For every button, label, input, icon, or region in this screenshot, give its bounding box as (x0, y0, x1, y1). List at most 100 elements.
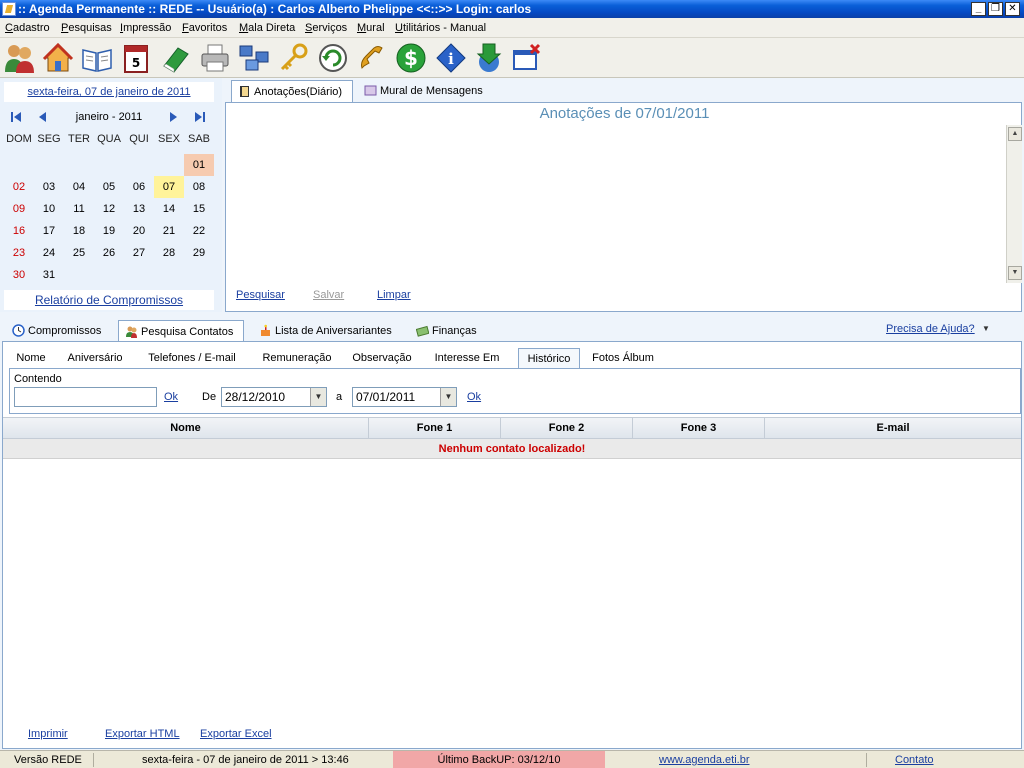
close-window-icon[interactable] (511, 42, 543, 74)
calendar-day[interactable]: 27 (124, 242, 154, 264)
search-notes-link[interactable]: Pesquisar (236, 289, 285, 301)
phone-icon[interactable] (356, 42, 388, 74)
calendar-icon[interactable]: 5 (120, 42, 152, 74)
calendar-day[interactable]: 28 (154, 242, 184, 264)
close-button[interactable]: ✕ (1005, 2, 1020, 16)
ok-date-link[interactable]: Ok (467, 391, 481, 403)
print-link[interactable]: Imprimir (28, 728, 68, 740)
calendar-day[interactable]: 14 (154, 198, 184, 220)
calendar-day[interactable]: 13 (124, 198, 154, 220)
calendar-day[interactable]: 16 (4, 220, 34, 242)
dollar-icon[interactable]: $ (395, 42, 427, 74)
calendar-day[interactable]: 24 (34, 242, 64, 264)
menu-mala-direta[interactable]: Mala Direta (239, 21, 295, 35)
address-book-icon[interactable] (81, 42, 113, 74)
calendar-day[interactable]: 31 (34, 264, 64, 286)
menu-mural[interactable]: Mural (357, 21, 385, 35)
calendar-day[interactable]: 12 (94, 198, 124, 220)
prev-month-icon[interactable] (37, 111, 49, 123)
date-to-select[interactable]: 07/01/2011 ▼ (352, 387, 457, 407)
subtab-interesse[interactable]: Interesse Em (428, 348, 506, 368)
calendar-day[interactable]: 06 (124, 176, 154, 198)
info-icon[interactable]: i (435, 42, 467, 74)
tab-compromissos[interactable]: Compromissos (6, 320, 108, 342)
maximize-button[interactable]: ❐ (988, 2, 1003, 16)
calendar-day[interactable]: 09 (4, 198, 34, 220)
calendar-day[interactable]: 02 (4, 176, 34, 198)
tab-pesquisa-contatos[interactable]: Pesquisa Contatos (118, 320, 244, 342)
calendar-day[interactable]: 15 (184, 198, 214, 220)
subtab-nome[interactable]: Nome (7, 348, 55, 368)
calendar-day[interactable]: 18 (64, 220, 94, 242)
contendo-input[interactable] (14, 387, 157, 407)
col-fone-3[interactable]: Fone 3 (633, 418, 765, 438)
calendar-day[interactable]: 22 (184, 220, 214, 242)
subtab-telefones[interactable]: Telefones / E-mail (141, 348, 243, 368)
scroll-up-arrow[interactable]: ▲ (1008, 127, 1022, 141)
green-book-icon[interactable] (160, 42, 192, 74)
last-month-icon[interactable] (194, 111, 206, 123)
menu-favoritos[interactable]: Favoritos (182, 21, 227, 35)
date-from-select[interactable]: 28/12/2010 ▼ (221, 387, 327, 407)
menu-pesquisas[interactable]: Pesquisas (61, 21, 112, 35)
key-icon[interactable] (278, 42, 310, 74)
subtab-remuneracao[interactable]: Remuneração (254, 348, 340, 368)
next-month-icon[interactable] (167, 111, 179, 123)
ok-search-link[interactable]: Ok (164, 391, 178, 403)
network-icon[interactable] (238, 42, 270, 74)
export-excel-link[interactable]: Exportar Excel (200, 728, 272, 740)
menu-utilitarios[interactable]: Utilitários - Manual (395, 21, 486, 35)
col-fone-1[interactable]: Fone 1 (369, 418, 501, 438)
contact-link[interactable]: Contato (895, 751, 934, 768)
subtab-fotos-album[interactable]: Fotos Álbum (586, 348, 660, 368)
calendar-day[interactable]: 26 (94, 242, 124, 264)
chevron-down-icon[interactable]: ▼ (440, 388, 456, 406)
calendar-day[interactable]: 17 (34, 220, 64, 242)
menu-impressao[interactable]: Impressão (120, 21, 171, 35)
tab-aniversariantes[interactable]: Lista de Aniversariantes (253, 320, 403, 342)
first-month-icon[interactable] (10, 111, 22, 123)
export-html-link[interactable]: Exportar HTML (105, 728, 180, 740)
notes-textarea[interactable] (230, 125, 1008, 283)
chevron-down-icon[interactable]: ▼ (982, 322, 990, 336)
save-notes-link[interactable]: Salvar (313, 289, 344, 301)
minimize-button[interactable]: _ (971, 2, 986, 16)
calendar-day[interactable]: 23 (4, 242, 34, 264)
calendar-day[interactable]: 11 (64, 198, 94, 220)
printer-icon[interactable] (199, 42, 231, 74)
scroll-down-arrow[interactable]: ▼ (1008, 266, 1022, 280)
calendar-day[interactable]: 08 (184, 176, 214, 198)
calendar-day[interactable]: 05 (94, 176, 124, 198)
col-nome[interactable]: Nome (3, 418, 369, 438)
refresh-icon[interactable] (317, 42, 349, 74)
calendar-day[interactable]: 01 (184, 154, 214, 176)
clear-notes-link[interactable]: Limpar (377, 289, 411, 301)
tab-financas[interactable]: Finanças (410, 320, 488, 342)
tab-mural-mensagens[interactable]: Mural de Mensagens (358, 80, 488, 102)
col-email[interactable]: E-mail (765, 418, 1021, 438)
calendar-day[interactable]: 07 (154, 176, 184, 198)
users-icon[interactable] (3, 42, 35, 74)
calendar-day[interactable]: 29 (184, 242, 214, 264)
help-link[interactable]: Precisa de Ajuda? (886, 320, 975, 338)
subtab-aniversario[interactable]: Aniversário (60, 348, 130, 368)
calendar-day[interactable]: 03 (34, 176, 64, 198)
calendar-day[interactable]: 30 (4, 264, 34, 286)
notes-scrollbar[interactable]: ▲ ▼ (1006, 125, 1022, 283)
calendar-day[interactable]: 19 (94, 220, 124, 242)
calendar-day[interactable]: 21 (154, 220, 184, 242)
menu-cadastro[interactable]: Cadastro (5, 21, 50, 35)
calendar-day[interactable]: 20 (124, 220, 154, 242)
tab-anotacoes[interactable]: Anotações(Diário) (231, 80, 353, 102)
chevron-down-icon[interactable]: ▼ (310, 388, 326, 406)
download-icon[interactable] (473, 42, 505, 74)
current-date-link[interactable]: sexta-feira, 07 de janeiro de 2011 (4, 82, 214, 102)
col-fone-2[interactable]: Fone 2 (501, 418, 633, 438)
website-link[interactable]: www.agenda.eti.br (659, 751, 750, 768)
appointments-report-link[interactable]: Relatório de Compromissos (4, 290, 214, 310)
subtab-historico[interactable]: Histórico (518, 348, 580, 368)
calendar-day[interactable]: 25 (64, 242, 94, 264)
home-icon[interactable] (42, 42, 74, 74)
subtab-observacao[interactable]: Observação (347, 348, 417, 368)
calendar-day[interactable]: 04 (64, 176, 94, 198)
